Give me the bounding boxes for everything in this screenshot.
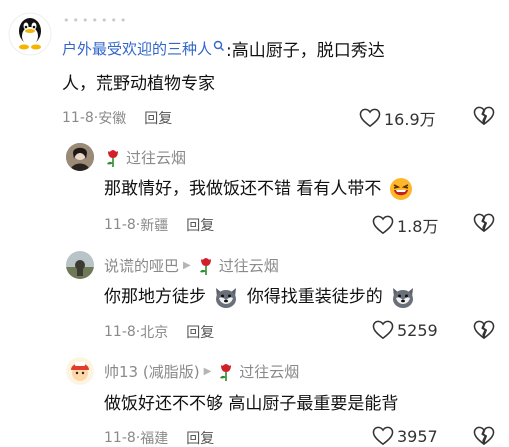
comment-4-reply-target[interactable]: 过往云烟 (239, 361, 299, 382)
avatar-user-3[interactable] (66, 251, 94, 279)
comment-4-text: 做饭好还不不够 高山厨子最重要是能背 (104, 394, 399, 414)
comment-1-header: 户外最受欢迎的三种人 :高山厨子，脱口秀达 (62, 36, 385, 61)
heart-icon (372, 320, 394, 340)
comment-1-like-button[interactable]: 16.9万 (359, 106, 436, 130)
comment-3-author[interactable]: 说谎的哑巴 (104, 255, 179, 276)
search-icon[interactable] (213, 40, 225, 52)
rose-icon (220, 363, 232, 381)
avatar-user-2[interactable] (66, 143, 94, 171)
comment-3-like-button[interactable]: 5259 (372, 320, 438, 340)
comment-4-reply-button[interactable]: 回复 (186, 428, 214, 447)
penguin-icon (8, 12, 52, 56)
comment-1-reply-button[interactable]: 回复 (144, 108, 172, 128)
avatar-user-4[interactable] (66, 357, 94, 385)
heart-icon (372, 215, 394, 235)
comment-4-like-count: 3957 (397, 426, 438, 446)
broken-heart-icon (473, 426, 495, 445)
comment-1-dislike-button[interactable] (473, 106, 495, 130)
top-divider-dots: ••••••• (63, 14, 130, 27)
comment-4-meta: 11-8 · 福建 回复 (104, 428, 215, 447)
comment-3-reply-target[interactable]: 过往云烟 (219, 255, 279, 276)
comment-1-date: 11-8 (62, 110, 94, 126)
laughing-emoji-icon (389, 178, 412, 200)
comment-3-text: 你那地方徒步 你得找重装徒步的 (104, 281, 418, 313)
heart-icon (372, 426, 394, 446)
comment-2-author[interactable]: 过往云烟 (126, 147, 186, 168)
comment-2-meta: 11-8 · 新疆 回复 (104, 215, 215, 235)
comment-3-dislike-button[interactable] (473, 320, 495, 344)
comment-2-dislike-button[interactable] (473, 213, 495, 237)
comment-2-reply-button[interactable]: 回复 (186, 215, 214, 235)
comment-2-like-button[interactable]: 1.8万 (372, 213, 438, 237)
comment-1-location: 安徽 (98, 111, 127, 127)
comment-3-header: 说谎的哑巴 ▶ 过往云烟 (104, 255, 279, 276)
husky-emoji-icon (393, 288, 414, 308)
comment-1-text-line1: :高山厨子，脱口秀达 (226, 41, 385, 61)
rose-icon (199, 257, 211, 275)
comment-2-like-count: 1.8万 (397, 217, 439, 236)
avatar-penguin[interactable] (8, 12, 52, 56)
reply-arrow-icon: ▶ (183, 260, 191, 271)
comment-4-dislike-button[interactable] (473, 426, 495, 447)
comment-4-like-button[interactable]: 3957 (372, 426, 438, 446)
broken-heart-icon (473, 213, 495, 232)
comment-2-header: 过往云烟 (104, 147, 186, 168)
broken-heart-icon (473, 320, 495, 339)
comment-4-header: 帅13 (减脂版) ▶ 过往云烟 (104, 361, 299, 382)
comment-1-author[interactable]: 户外最受欢迎的三种人 (62, 38, 212, 59)
comment-1-text-line2: 人，荒野动植物专家 (62, 74, 215, 94)
comment-3-like-count: 5259 (397, 320, 438, 340)
comment-2-text: 那敢情好，我做饭还不错 看有人带不 (104, 173, 415, 205)
rose-icon (107, 149, 118, 167)
comment-4-author[interactable]: 帅13 (减脂版) (104, 361, 200, 382)
reply-arrow-icon: ▶ (203, 366, 212, 377)
heart-icon (359, 108, 381, 128)
comment-3-reply-button[interactable]: 回复 (186, 322, 214, 342)
husky-emoji-icon (216, 288, 237, 308)
comment-1-like-count: 16.9万 (384, 110, 436, 129)
broken-heart-icon (473, 106, 495, 125)
comment-3-meta: 11-8 · 北京 回复 (104, 322, 215, 342)
comment-1-meta: 11-8 · 安徽 回复 (62, 108, 173, 128)
